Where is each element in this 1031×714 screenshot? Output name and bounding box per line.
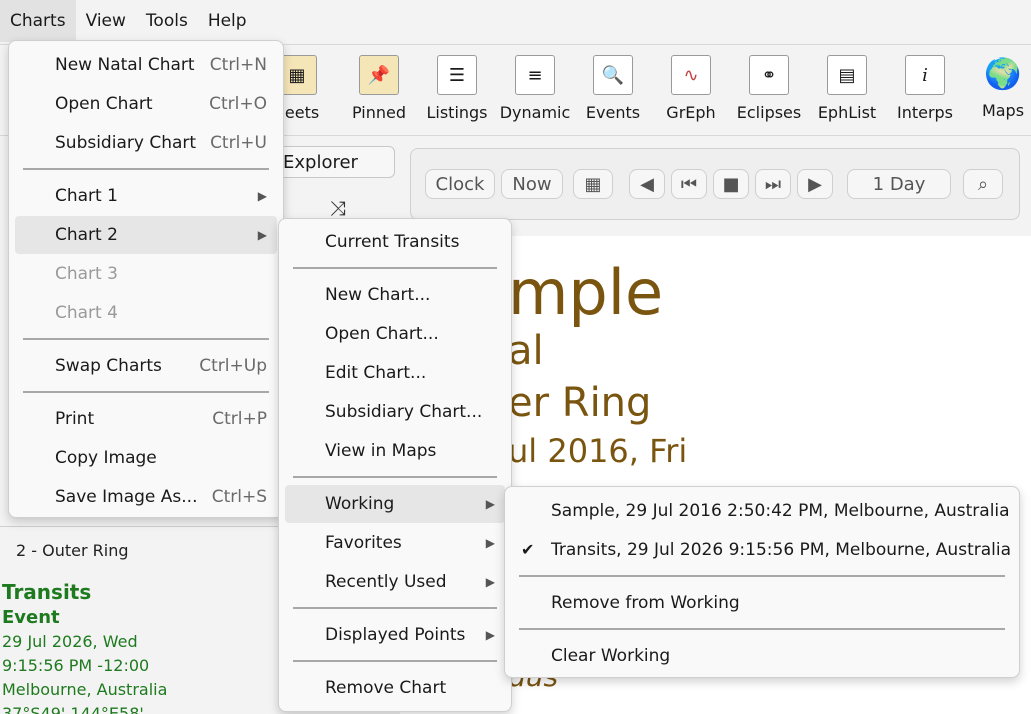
listings-icon: ☰: [437, 55, 477, 95]
menu-item-copy-image[interactable]: Copy Image: [15, 439, 277, 477]
toolbar-dynamic-button[interactable]: ≡ Dynamic: [496, 55, 574, 122]
menu-item-working-sample[interactable]: Sample, 29 Jul 2016 2:50:42 PM, Melbourn…: [511, 492, 1013, 530]
menu-item-open-chart[interactable]: Open Chart...: [285, 315, 505, 353]
submenu-arrow-icon: ▶: [485, 628, 495, 642]
menu-item-working[interactable]: Working ▶: [285, 485, 505, 523]
transit-coords: 37°S49' 144°E58': [2, 704, 144, 714]
menu-help[interactable]: Help: [198, 0, 257, 42]
toolbar-greph-button[interactable]: ∿ GrEph: [652, 55, 730, 122]
transit-date: 29 Jul 2026, Wed: [2, 632, 138, 651]
calendar-icon[interactable]: ▦: [573, 169, 613, 199]
step-forward-icon[interactable]: ▶: [797, 169, 833, 199]
chart-type: al: [508, 328, 544, 374]
toolbar-pinned-button[interactable]: 📌 Pinned: [340, 55, 418, 122]
step-back-icon[interactable]: ◀: [629, 169, 665, 199]
toolbar-interps-button[interactable]: i Interps: [886, 55, 964, 122]
step-size-field[interactable]: 1 Day: [847, 169, 951, 199]
menu-item-subsidiary-chart[interactable]: Subsidiary Chart...: [285, 393, 505, 431]
menu-item-remove-chart[interactable]: Remove Chart: [285, 669, 505, 707]
transit-place: Melbourne, Australia: [2, 680, 168, 699]
menu-item-chart-1[interactable]: Chart 1 ▶: [15, 177, 277, 215]
menu-item-displayed-points[interactable]: Displayed Points ▶: [285, 616, 505, 654]
ring-label: 2 - Outer Ring: [16, 541, 129, 560]
menu-item-current-transits[interactable]: Current Transits: [285, 223, 505, 261]
submenu-arrow-icon: ▶: [257, 189, 267, 203]
toolbar-ephlist-button[interactable]: ▤ EphList: [808, 55, 886, 122]
menu-item-recently-used[interactable]: Recently Used ▶: [285, 563, 505, 601]
menu-separator: [519, 575, 1005, 577]
menu-item-open-chart[interactable]: Open Chart Ctrl+O: [15, 85, 277, 123]
skip-back-icon[interactable]: ⏮: [671, 169, 707, 199]
menu-item-chart-4: Chart 4: [55, 303, 118, 323]
menu-charts[interactable]: Charts: [0, 0, 76, 42]
clock-button[interactable]: Clock: [425, 169, 495, 199]
menu-item-print[interactable]: Print Ctrl+P: [15, 400, 277, 438]
toolbar-listings-button[interactable]: ☰ Listings: [418, 55, 496, 122]
menu-item-view-in-maps[interactable]: View in Maps: [285, 432, 505, 470]
menu-item-clear-working[interactable]: Clear Working: [511, 637, 1013, 675]
ephlist-icon: ▤: [827, 55, 867, 95]
toolbar-maps-button[interactable]: 🌍 Maps: [964, 55, 1031, 121]
skip-forward-icon[interactable]: ⏭: [755, 169, 791, 199]
dynamic-icon: ≡: [515, 55, 555, 95]
transit-time: 9:15:56 PM -12:00: [2, 656, 150, 675]
menu-item-remove-from-working[interactable]: Remove from Working: [511, 584, 1013, 622]
submenu-arrow-icon: ▶: [257, 228, 267, 242]
menu-separator: [293, 660, 497, 662]
pin-icon: 📌: [359, 55, 399, 95]
shuffle-icon[interactable]: ⤨: [330, 196, 346, 220]
submenu-arrow-icon: ▶: [485, 536, 495, 550]
navigation-bar: Clock Now ▦ ◀ ⏮ ■ ⏭ ▶ 1 Day ⌕: [410, 148, 1020, 220]
menu-item-subsidiary-chart[interactable]: Subsidiary Chart Ctrl+U: [15, 124, 277, 162]
explorer-tab[interactable]: Explorer: [270, 146, 395, 178]
menu-separator: [293, 476, 497, 478]
menu-separator: [293, 267, 497, 269]
menu-separator: [23, 338, 269, 340]
menu-item-working-transits[interactable]: ✔ Transits, 29 Jul 2026 9:15:56 PM, Melb…: [511, 531, 1013, 569]
checkmark-icon: ✔: [521, 540, 535, 559]
transits-title: Transits: [2, 580, 92, 604]
menu-item-chart-3: Chart 3: [55, 264, 118, 284]
submenu-arrow-icon: ▶: [485, 575, 495, 589]
menu-separator: [519, 628, 1005, 630]
charts-dropdown-menu: New Natal Chart Ctrl+N Open Chart Ctrl+O…: [8, 40, 284, 518]
toolbar-eclipses-button[interactable]: ⚭ Eclipses: [730, 55, 808, 122]
chart-title: mple: [508, 256, 664, 329]
menu-item-new-natal-chart[interactable]: New Natal Chart Ctrl+N: [15, 46, 277, 84]
working-submenu: Sample, 29 Jul 2016 2:50:42 PM, Melbourn…: [504, 486, 1020, 678]
menu-item-favorites[interactable]: Favorites ▶: [285, 524, 505, 562]
stop-icon[interactable]: ■: [713, 169, 749, 199]
globe-icon: 🌍: [984, 56, 1022, 92]
event-label: Event: [2, 607, 60, 628]
menu-separator: [23, 391, 269, 393]
events-search-icon: 🔍: [593, 55, 633, 95]
menu-separator: [293, 607, 497, 609]
menu-item-swap-charts[interactable]: Swap Charts Ctrl+Up: [15, 347, 277, 385]
menu-view[interactable]: View: [76, 0, 136, 42]
menu-bar: Charts View Tools Help: [0, 0, 1031, 42]
menu-item-new-chart[interactable]: New Chart...: [285, 276, 505, 314]
menu-tools[interactable]: Tools: [136, 0, 198, 42]
submenu-arrow-icon: ▶: [485, 497, 495, 511]
info-icon: i: [905, 55, 945, 95]
search-icon[interactable]: ⌕: [963, 169, 1003, 199]
chart-date: ul 2016, Fri: [508, 432, 688, 470]
eclipses-icon: ⚭: [749, 55, 789, 95]
graph-icon: ∿: [671, 55, 711, 95]
now-button[interactable]: Now: [501, 169, 563, 199]
chart-2-submenu: Current Transits New Chart... Open Chart…: [278, 218, 512, 712]
toolbar-events-button[interactable]: 🔍 Events: [574, 55, 652, 122]
menu-separator: [23, 168, 269, 170]
chart-ring: er Ring: [508, 380, 652, 426]
menu-item-edit-chart[interactable]: Edit Chart...: [285, 354, 505, 392]
menu-item-save-image-as[interactable]: Save Image As... Ctrl+S: [15, 478, 277, 516]
menu-item-chart-2[interactable]: Chart 2 ▶: [15, 216, 277, 254]
